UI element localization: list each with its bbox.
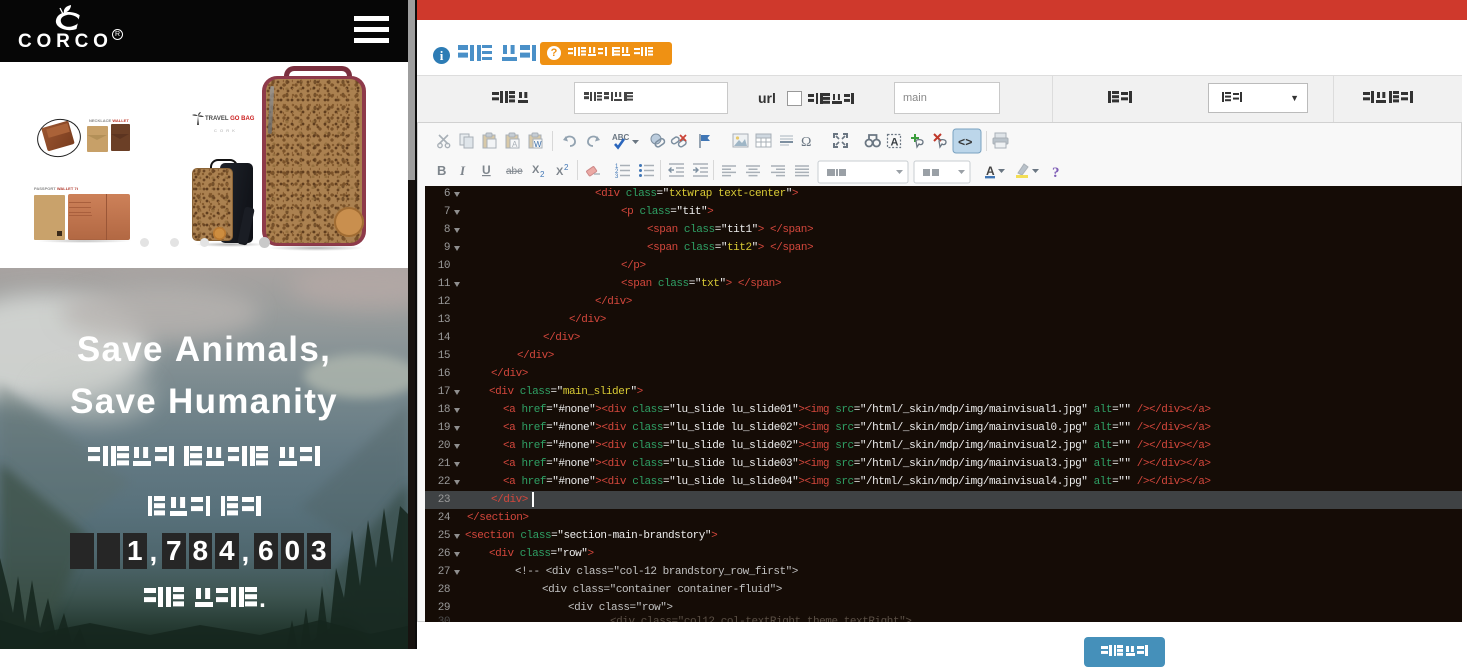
svg-text:3: 3: [615, 174, 619, 180]
svg-text:I: I: [459, 163, 466, 178]
svg-text:abe: abe: [506, 166, 523, 177]
svg-text:<>: <>: [958, 136, 972, 150]
svg-text:U: U: [482, 163, 491, 177]
svg-text:?: ?: [1052, 165, 1060, 181]
svg-text:A: A: [512, 140, 518, 149]
svg-text:2: 2: [540, 170, 545, 179]
svg-text:B: B: [437, 163, 446, 178]
svg-text:2: 2: [564, 163, 569, 172]
svg-text:W: W: [534, 140, 542, 149]
svg-text:Ω: Ω: [801, 135, 811, 150]
svg-text:ABC: ABC: [612, 133, 630, 142]
svg-text:X: X: [556, 166, 564, 178]
svg-text:A: A: [891, 137, 899, 149]
svg-text:A: A: [986, 164, 995, 178]
svg-text:X: X: [532, 164, 540, 176]
